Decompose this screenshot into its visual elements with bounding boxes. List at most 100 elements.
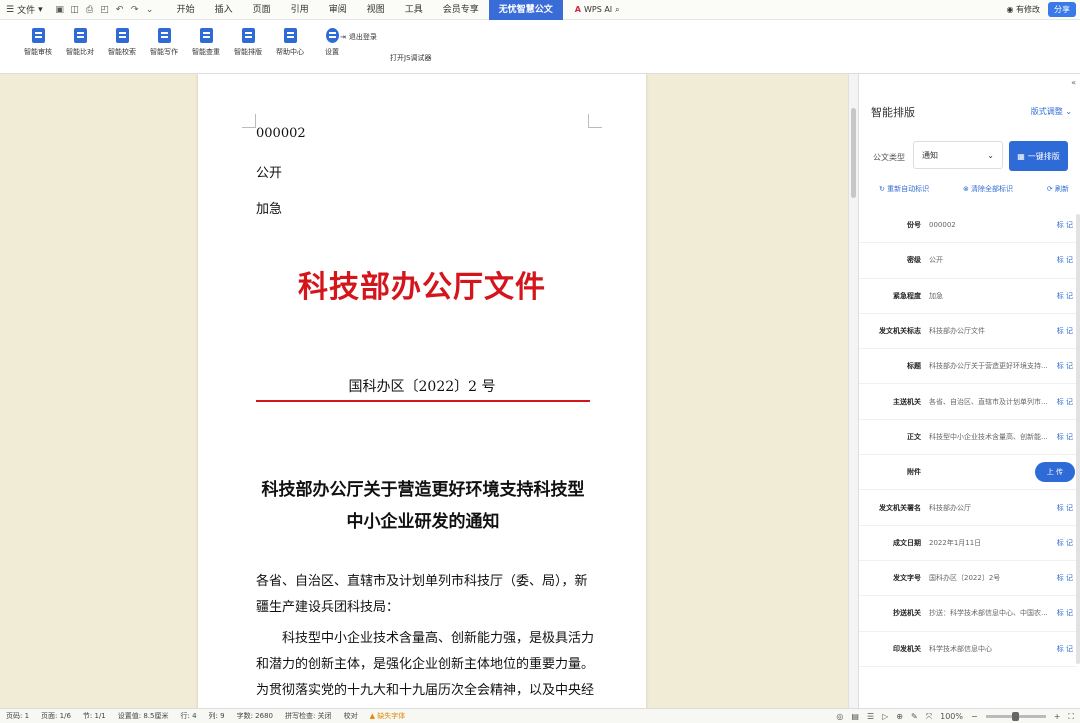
- action-label: 清除全部标识: [971, 185, 1014, 193]
- list-item: 主送机关 各省、自治区、直辖市及计划单列市... 标 记: [859, 384, 1077, 420]
- zoom-in-icon[interactable]: +: [1054, 712, 1061, 721]
- mark-button[interactable]: 标 记: [1057, 220, 1073, 230]
- mark-button[interactable]: 标 记: [1057, 503, 1073, 513]
- wps-ai-icon: A: [574, 5, 581, 14]
- mark-button[interactable]: 标 记: [1057, 432, 1073, 442]
- row-label: 紧急程度: [893, 291, 921, 300]
- help-center-button[interactable]: 帮助中心: [274, 28, 306, 57]
- doc-number: 000002: [256, 126, 306, 141]
- save-icon[interactable]: ▣: [55, 5, 65, 15]
- print-preview-icon[interactable]: ◰: [100, 5, 110, 15]
- row-value: 科技部办公厅文件: [929, 327, 985, 336]
- smart-layout-button[interactable]: 智能排版: [232, 28, 264, 57]
- mark-button[interactable]: 标 记: [1057, 573, 1073, 583]
- smart-proofread-button[interactable]: 智能校索: [106, 28, 138, 57]
- pen-icon[interactable]: ✎: [911, 712, 918, 721]
- list-item: 紧急程度 加急 标 记: [859, 279, 1077, 314]
- menu-home[interactable]: 开始: [167, 0, 205, 20]
- status-proofread[interactable]: 校对: [338, 711, 364, 721]
- status-spellcheck[interactable]: 拼写检查: 关闭: [279, 711, 338, 721]
- menu-tools[interactable]: 工具: [395, 0, 433, 20]
- mark-button[interactable]: 标 记: [1057, 361, 1073, 371]
- mark-button[interactable]: 标 记: [1057, 608, 1073, 618]
- tool-label: 帮助中心: [276, 48, 304, 56]
- menu-view[interactable]: 视图: [357, 0, 395, 20]
- js-debugger-button[interactable]: 打开JS调试器: [390, 53, 432, 63]
- status-section: 节: 1/1: [82, 712, 106, 720]
- menu-reference[interactable]: 引用: [281, 0, 319, 20]
- menu-member[interactable]: 会员专享: [433, 0, 489, 20]
- zoom-out-icon[interactable]: −: [971, 712, 978, 721]
- panel-actions: ↻ 重新自动标识 ⊗ 清除全部标识 ⟳ 刷新: [879, 184, 1069, 194]
- layout-icon: [241, 28, 255, 43]
- chevron-down-icon: ▾: [38, 4, 43, 15]
- missing-font-warning[interactable]: ▲ 缺失字体: [364, 711, 412, 721]
- outline-view-icon[interactable]: ☰: [867, 712, 874, 721]
- smart-write-button[interactable]: 智能写作: [148, 28, 180, 57]
- tool-label: 智能排版: [234, 48, 262, 56]
- row-value: 加急: [929, 291, 943, 300]
- undo-icon[interactable]: ↶: [115, 5, 125, 15]
- mark-button[interactable]: 标 记: [1057, 397, 1073, 407]
- wps-ai-button[interactable]: A WPS AI ⌕: [563, 5, 620, 15]
- chevron-down-icon[interactable]: ⌄: [145, 5, 155, 15]
- menu-insert[interactable]: 插入: [205, 0, 243, 20]
- chevron-down-icon: ⌄: [1065, 107, 1072, 116]
- print-icon[interactable]: ⎙: [85, 5, 95, 15]
- upload-button[interactable]: 上 传: [1034, 462, 1075, 483]
- clear-marks-button[interactable]: ⊗ 清除全部标识: [963, 184, 1013, 194]
- redo-icon[interactable]: ↷: [130, 5, 140, 15]
- smart-compare-button[interactable]: 智能比对: [64, 28, 96, 57]
- one-click-layout-button[interactable]: ▦ 一键排版: [1009, 141, 1068, 171]
- mark-button[interactable]: 标 记: [1057, 538, 1073, 548]
- play-icon[interactable]: ▷: [882, 712, 888, 721]
- doc-type-select[interactable]: 通知 ⌄: [913, 141, 1003, 169]
- eye-protect-icon[interactable]: ◎: [836, 712, 843, 721]
- file-menu[interactable]: ☰ 文件 ▾: [0, 3, 49, 17]
- smart-audit-button[interactable]: 智能审核: [22, 28, 54, 57]
- web-view-icon[interactable]: ⊕: [896, 712, 903, 721]
- status-word-count[interactable]: 字数: 2680: [231, 711, 279, 721]
- mark-button[interactable]: 标 记: [1057, 326, 1073, 336]
- zoom-level[interactable]: 100%: [940, 712, 963, 721]
- warning-icon: ▲: [369, 712, 375, 720]
- layout-icon: ▦: [1017, 151, 1025, 161]
- panel-scrollbar[interactable]: [1076, 214, 1080, 664]
- menu-icon: ☰: [6, 4, 15, 15]
- tool-label: 智能写作: [150, 48, 178, 56]
- zoom-slider[interactable]: [985, 712, 1046, 721]
- logout-button[interactable]: ⇥ 退出登录: [340, 32, 377, 42]
- mark-button[interactable]: 标 记: [1057, 255, 1073, 265]
- menu-bar: ☰ 文件 ▾ ▣ ◫ ⎙ ◰ ↶ ↷ ⌄ 开始 插入 页面 引用 审阅 视图 工…: [0, 0, 1080, 20]
- user-status[interactable]: ◉ 有修改: [1006, 4, 1040, 15]
- menu-page[interactable]: 页面: [243, 0, 281, 20]
- panel-collapse-icon[interactable]: «: [1071, 78, 1076, 87]
- status-page-count[interactable]: 页面: 1/6: [35, 711, 77, 721]
- smart-duplicate-check-button[interactable]: 智能查重: [190, 28, 222, 57]
- doc-title: 科技部办公厅关于营造更好环境支持科技型中小企业研发的通知: [261, 480, 585, 532]
- menu-review[interactable]: 审阅: [319, 0, 357, 20]
- refresh-button[interactable]: ⟳ 刷新: [1047, 184, 1069, 194]
- re-auto-mark-button[interactable]: ↻ 重新自动标识: [879, 184, 929, 194]
- document-page[interactable]: 000002 公开 加急 科技部办公厅文件 国科办区〔2022〕2 号 科技部办…: [198, 74, 646, 708]
- doc-issuer-header: 科技部办公厅文件: [298, 270, 546, 305]
- menu-smart-doc[interactable]: 无忧智慧公文: [488, 0, 563, 20]
- page-view-icon[interactable]: ▤: [851, 712, 859, 721]
- doc-type-label: 公文类型: [873, 153, 905, 162]
- scrollbar-thumb[interactable]: [851, 108, 856, 198]
- search-icon[interactable]: ⌕: [615, 5, 619, 15]
- row-label: 标题: [907, 362, 921, 371]
- share-button[interactable]: 分享: [1048, 2, 1076, 17]
- mark-button[interactable]: 标 记: [1057, 291, 1073, 301]
- document-scrollbar[interactable]: [848, 74, 858, 708]
- mark-button[interactable]: 标 记: [1057, 644, 1073, 654]
- row-label: 发文机关标志: [879, 327, 921, 336]
- help-icon: [283, 28, 297, 43]
- fit-width-icon[interactable]: ⤧: [926, 712, 932, 722]
- smart-layout-panel: « 智能排版 版式调整 ⌄ 公文类型 通知 ⌄ ▦ 一键排版 ↻ 重新自动标识 …: [858, 74, 1080, 708]
- doc-secrecy: 公开: [256, 166, 283, 181]
- user-status-label: 有修改: [1016, 5, 1040, 14]
- layout-adjust-button[interactable]: 版式调整 ⌄: [1031, 106, 1072, 117]
- export-pdf-icon[interactable]: ◫: [70, 5, 80, 15]
- fullscreen-icon[interactable]: ⛶: [1068, 712, 1074, 722]
